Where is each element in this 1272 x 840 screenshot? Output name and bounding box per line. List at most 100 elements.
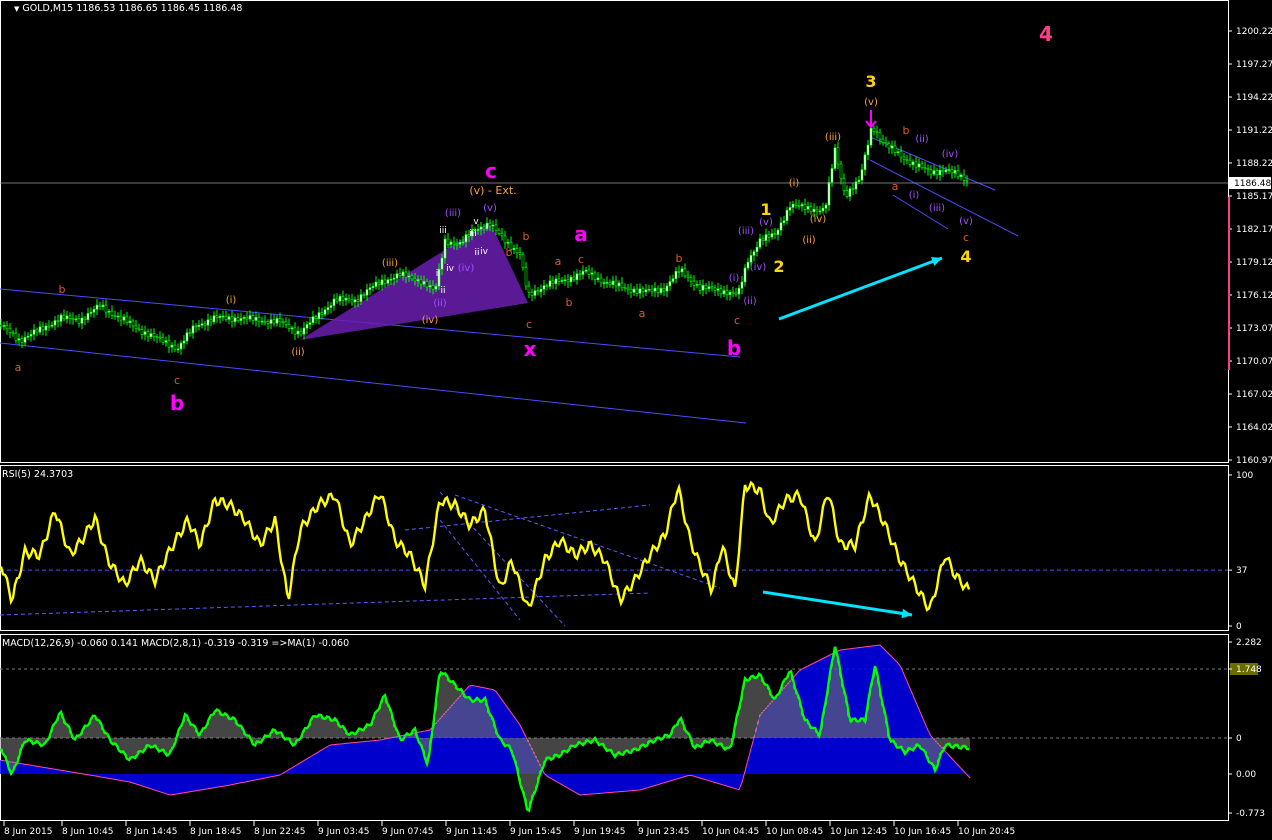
wave-label: (v): [759, 217, 773, 228]
candle-body: [806, 206, 810, 210]
candle-body: [377, 281, 381, 286]
candle-body: [53, 320, 57, 326]
candle-body: [278, 318, 282, 323]
price-tick-label: 1179.12: [1236, 258, 1272, 268]
candle-body: [773, 233, 777, 235]
time-tick-label: 10 Jun 12:45: [830, 827, 887, 837]
candle-body: [65, 315, 69, 320]
macd-tick-label: 2.282: [1236, 638, 1262, 648]
time-tick-label: 10 Jun 08:45: [766, 827, 823, 837]
candle-body: [338, 296, 342, 302]
candle-body: [101, 304, 105, 308]
candle-body: [62, 314, 66, 320]
wave-label: (iii): [738, 226, 754, 237]
candle-body: [11, 332, 15, 334]
candle-body: [104, 304, 108, 313]
candle-body: [503, 235, 507, 244]
candle-body: [497, 229, 501, 234]
price-tick-label: 1185.17: [1236, 192, 1272, 202]
candle-body: [893, 145, 897, 153]
candle-body: [455, 243, 459, 246]
price-tick-label: 1200.22: [1236, 27, 1272, 37]
candle-body: [158, 336, 162, 339]
candle-body: [347, 297, 351, 301]
candle-body: [593, 272, 597, 281]
rsi-tick-label: 100: [1236, 471, 1253, 481]
candle-body: [188, 332, 192, 334]
wave-label: a: [892, 180, 899, 193]
candle-body: [731, 291, 735, 294]
wave-label: (iii): [825, 132, 841, 143]
candle-body: [605, 282, 609, 284]
candle-body: [128, 320, 132, 323]
candle-body: [887, 143, 891, 149]
candle-body: [125, 316, 129, 323]
candle-body: [947, 169, 951, 171]
candle-body: [89, 311, 93, 314]
candle-body: [14, 332, 18, 341]
candle-body: [440, 257, 444, 270]
wave-label: (v): [959, 216, 973, 227]
candle-body: [941, 169, 945, 173]
candle-body: [824, 204, 828, 209]
candle-body: [182, 340, 186, 344]
candle-body: [413, 278, 417, 282]
time-tick-label: 8 Jun 18:45: [190, 827, 241, 837]
candle-body: [746, 262, 750, 269]
candle-body: [332, 298, 336, 306]
candle-body: [689, 277, 693, 282]
price-tick-label: 1167.02: [1236, 390, 1272, 400]
wave-label: b: [676, 252, 683, 265]
candle-body: [161, 337, 165, 343]
candle-body: [896, 151, 900, 154]
candle-body: [185, 332, 189, 342]
wave-label: 4: [1039, 22, 1053, 46]
candle-body: [587, 269, 591, 275]
candle-body: [71, 317, 75, 320]
wave-label: (iv): [942, 149, 959, 160]
candle-body: [782, 220, 786, 223]
candle-body: [953, 170, 957, 174]
macd-header: MACD(12,26,9) -0.060 0.141 MACD(2,8,1) -…: [2, 638, 350, 649]
candle-body: [329, 305, 333, 308]
candle-body: [584, 269, 588, 272]
candle-body: [476, 229, 480, 231]
candle-body: [743, 267, 747, 283]
candle-body: [287, 323, 291, 329]
candle-body: [602, 282, 606, 284]
candle-body: [194, 325, 198, 328]
candle-body: [491, 224, 495, 227]
candle-body: [386, 279, 390, 284]
wave-label: iv: [446, 264, 455, 274]
candle-body: [422, 281, 426, 285]
candle-body: [479, 226, 483, 230]
candle-body: [179, 342, 183, 350]
current-price-label: 1186.48: [1234, 179, 1271, 189]
candle-body: [596, 277, 600, 281]
candle-body: [215, 315, 219, 318]
candle-body: [500, 233, 504, 237]
dropdown-triangle-icon[interactable]: ▼: [14, 5, 19, 13]
wave-label: (ii): [743, 296, 756, 307]
candle-body: [92, 309, 96, 313]
candle-body: [920, 163, 924, 168]
candle-body: [629, 288, 633, 293]
wave-label: (iv): [810, 214, 827, 225]
candle-body: [857, 179, 861, 182]
candle-body: [290, 327, 294, 330]
candle-body: [668, 281, 672, 287]
wave-label: c: [963, 231, 969, 244]
time-tick-label: 8 Jun 2015: [4, 827, 52, 837]
candle-body: [863, 154, 867, 170]
candle-body: [902, 156, 906, 160]
wave-label: i: [436, 269, 439, 279]
wave-label: (v): [864, 97, 878, 108]
candle-body: [620, 282, 624, 289]
candle-body: [152, 333, 156, 337]
wave-labels: 4 3 (v) b (ii) (iv) (iii) a (i) (iii) (v) c 4 (i) (iv)…: [15, 22, 1053, 415]
candle-body: [701, 285, 705, 291]
candle-body: [197, 324, 201, 327]
candle-body: [938, 169, 942, 176]
candle-body: [734, 292, 738, 295]
candle-body: [830, 168, 834, 183]
